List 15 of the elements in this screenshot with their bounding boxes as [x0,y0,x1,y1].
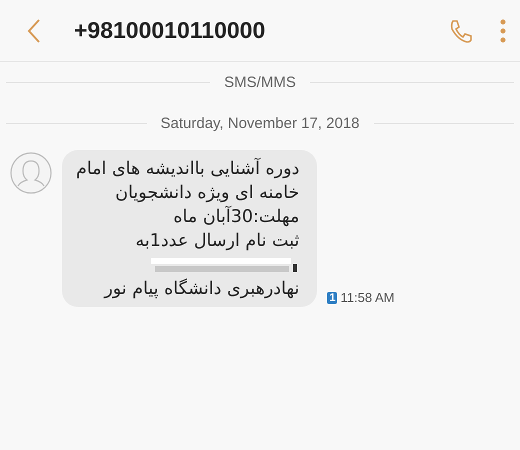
message-bubble[interactable]: دوره آشنایی بااندیشه های امام خامنه ای ویژه دانشجویان مهلت:30آبان ماه ثبت نام ارسال عدد1به نهادرهبری دانشگاه پیام نور [62,150,318,307]
message-line: مهلت:30آبان ماه [173,207,300,227]
divider-label: Saturday, November 17, 2018 [160,115,361,132]
back-icon[interactable] [26,18,42,44]
message-time: 11:58 AM [340,290,394,305]
message-line: خامنه ای ویژه دانشجویان [115,183,300,203]
more-options-icon[interactable] [500,18,506,42]
message-line: دوره آشنایی بااندیشه های امام [76,159,300,179]
phone-icon[interactable] [448,18,474,44]
message-line: ثبت نام ارسال عدد1به [135,231,300,251]
message-line: نهادرهبری دانشگاه پیام نور [104,279,300,299]
sim-badge: 1 [327,292,338,304]
avatar-icon[interactable] [10,152,52,194]
divider-label: SMS/MMS [223,74,297,91]
contact-title: +98100010110000 [74,17,266,44]
